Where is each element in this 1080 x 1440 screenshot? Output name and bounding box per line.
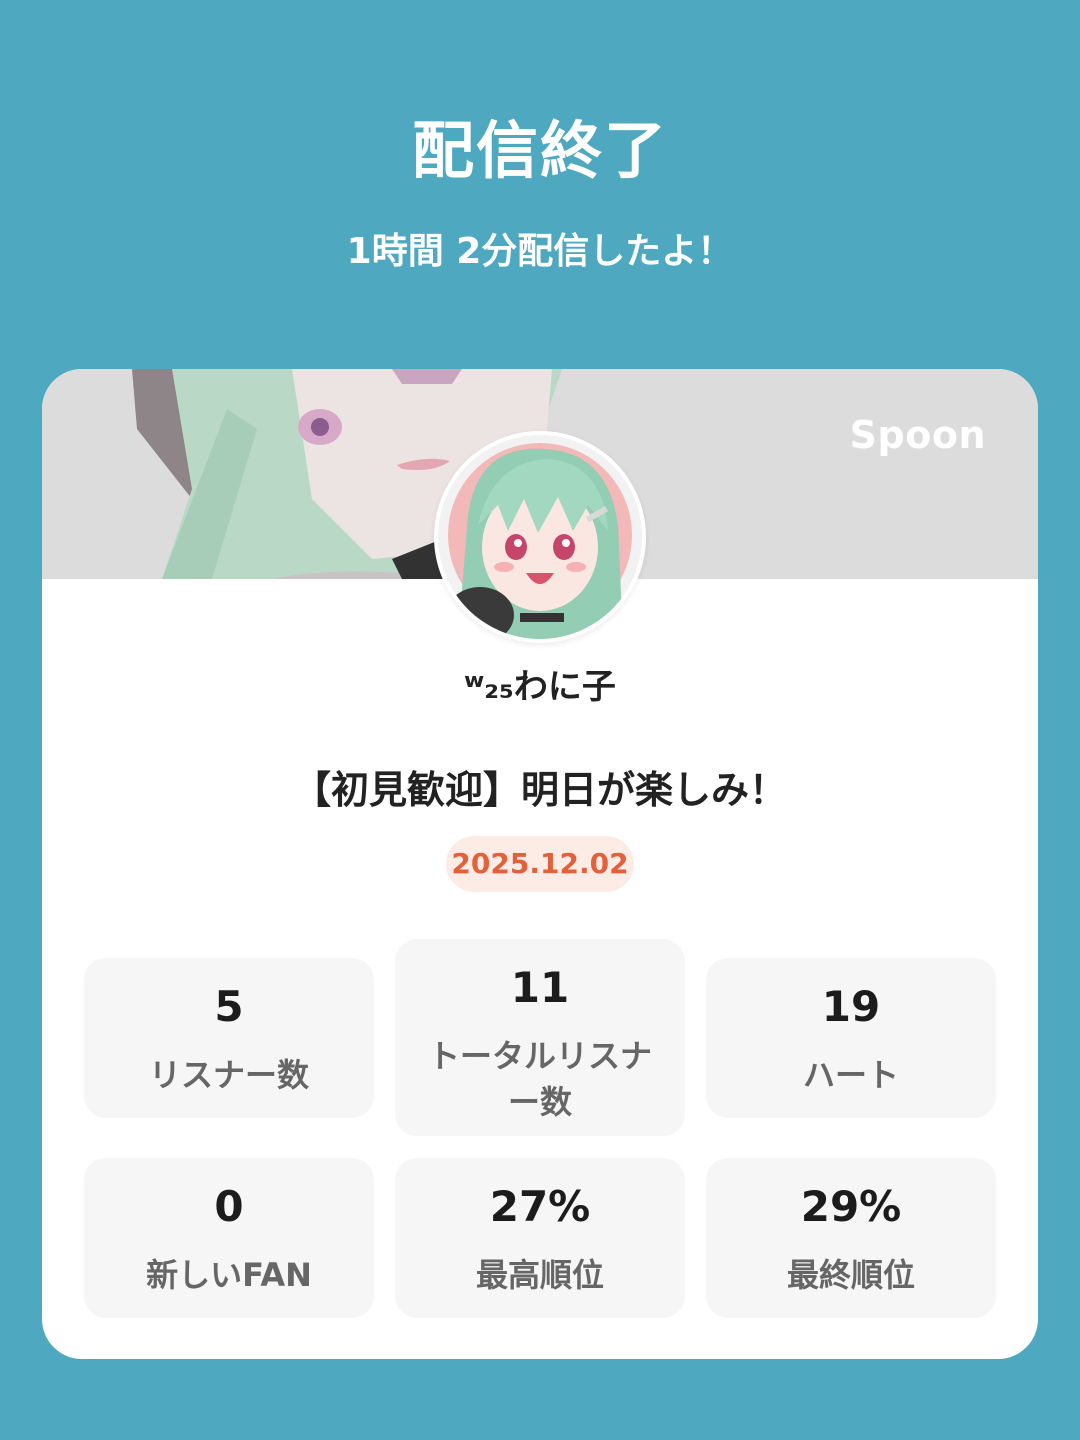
stat-value: 5 xyxy=(214,982,244,1031)
summary-card: Spoon ʷ₂₅わに子 【初見歓迎】明日が楽しみ！ 2025.12.02 5 … xyxy=(42,369,1038,1359)
stat-label: リスナー数 xyxy=(148,1056,309,1094)
stat-value: 11 xyxy=(510,963,570,1012)
stat-value: 19 xyxy=(821,982,881,1031)
stat-hearts: 19 ハート xyxy=(706,958,996,1118)
stat-highest-rank: 27% 最高順位 xyxy=(395,1158,685,1318)
stat-label: 最終順位 xyxy=(786,1256,915,1294)
stat-listeners: 5 リスナー数 xyxy=(84,958,374,1118)
stat-value: 29% xyxy=(800,1182,902,1231)
stat-total-listeners: 11 トータルリスナー数 xyxy=(395,939,685,1136)
stat-label: ハート xyxy=(802,1056,899,1094)
stat-new-fans: 0 新しいFAN xyxy=(84,1158,374,1318)
stream-title: 【初見歓迎】明日が楽しみ！ xyxy=(292,768,787,812)
stat-value: 0 xyxy=(214,1182,244,1231)
stat-label: 最高順位 xyxy=(475,1256,604,1294)
stat-label: 新しいFAN xyxy=(146,1256,312,1294)
page-title: 配信終了 xyxy=(411,114,668,187)
username: ʷ₂₅わに子 xyxy=(464,667,616,707)
stat-label: トータルリスナー数 xyxy=(427,1037,652,1121)
spoon-logo: Spoon xyxy=(849,413,986,457)
date-badge: 2025.12.02 xyxy=(446,836,634,892)
stat-final-rank: 29% 最終順位 xyxy=(706,1158,996,1318)
avatar xyxy=(434,431,646,643)
duration-subtitle: 1時間 2分配信したよ！ xyxy=(346,231,734,272)
stat-value: 27% xyxy=(489,1182,591,1231)
